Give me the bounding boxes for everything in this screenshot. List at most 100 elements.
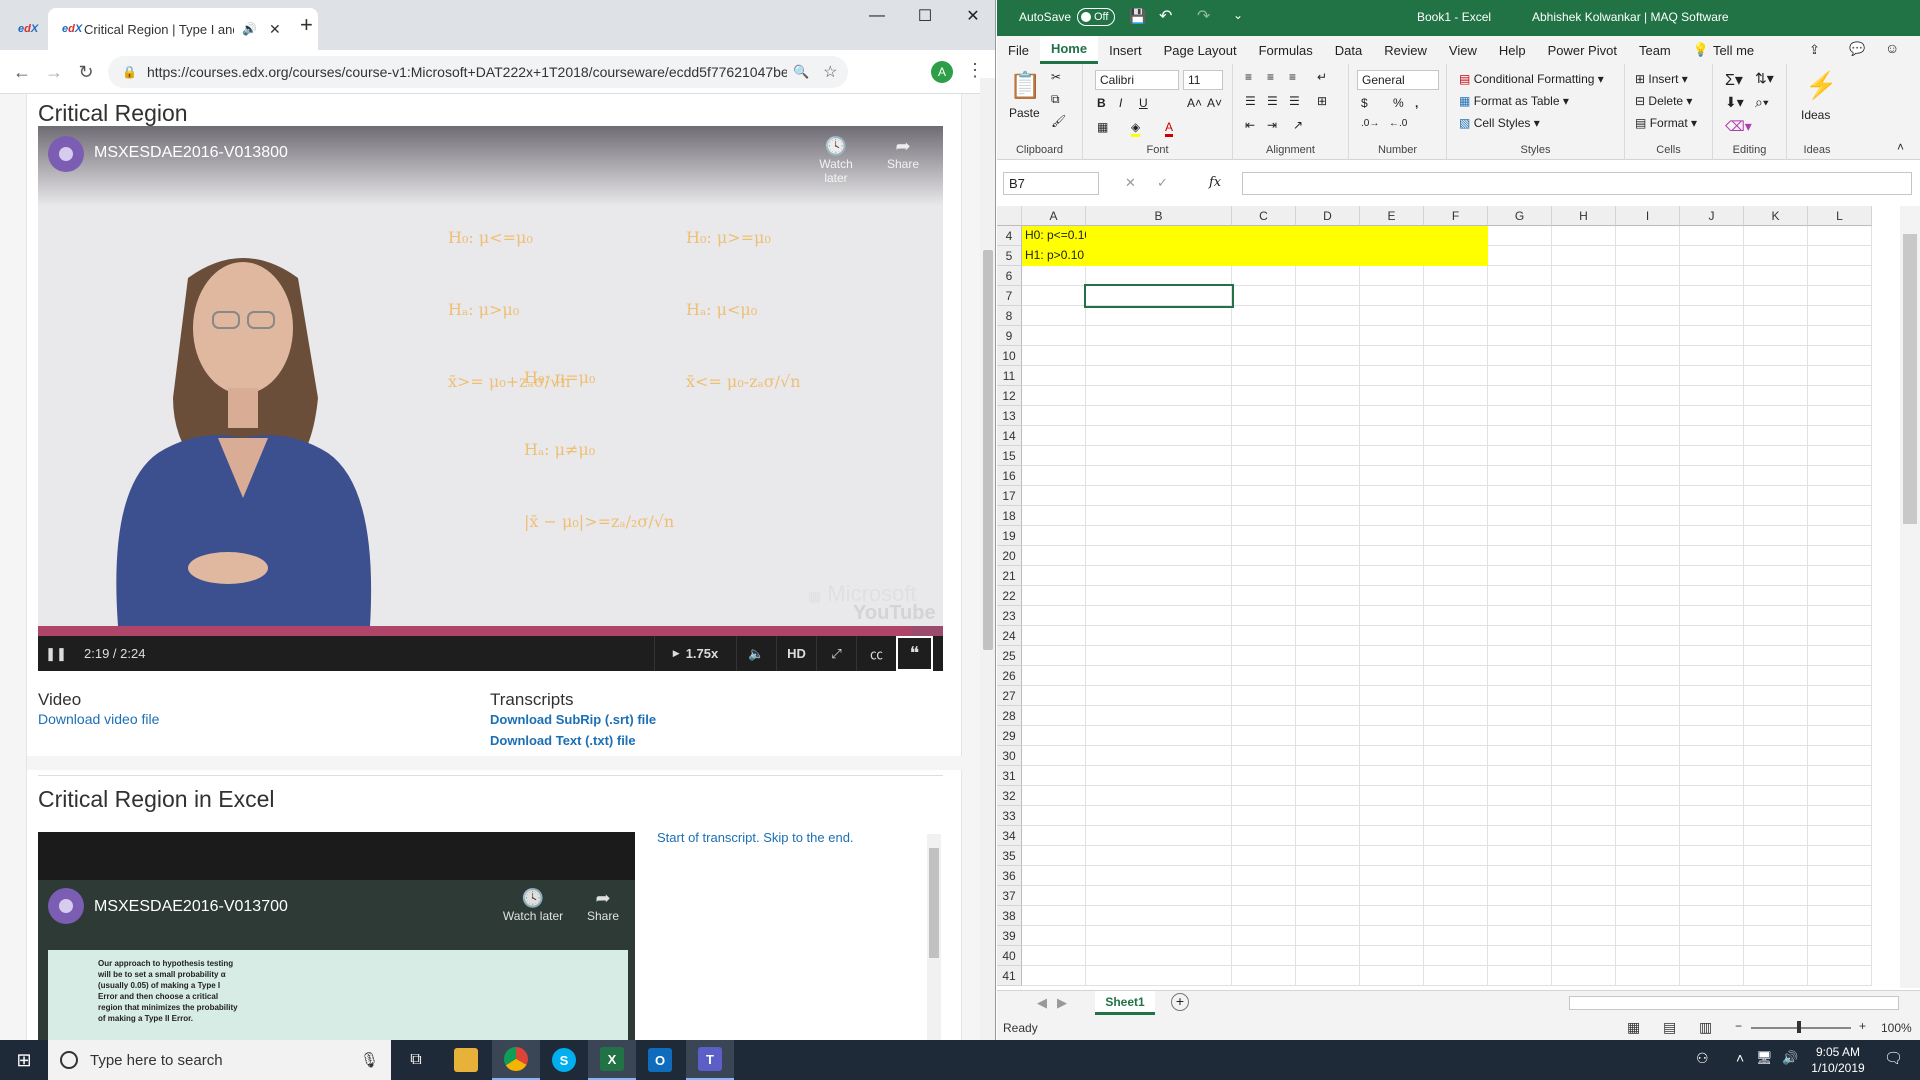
- enter-check-icon[interactable]: ✓: [1157, 175, 1168, 191]
- cell-L34[interactable]: [1808, 826, 1872, 846]
- cell-F34[interactable]: [1424, 826, 1488, 846]
- cell-G14[interactable]: [1488, 426, 1552, 446]
- microphone-icon[interactable]: 🎙: [360, 1051, 379, 1069]
- youtube-logo[interactable]: YouTube: [853, 602, 936, 625]
- row-header[interactable]: 17: [997, 486, 1022, 506]
- cell-I38[interactable]: [1616, 906, 1680, 926]
- cell-K6[interactable]: [1744, 266, 1808, 286]
- cell-F33[interactable]: [1424, 806, 1488, 826]
- tab-insert[interactable]: Insert: [1098, 36, 1153, 64]
- cell-D27[interactable]: [1296, 686, 1360, 706]
- pause-icon[interactable]: ❚❚: [38, 636, 74, 671]
- channel-avatar[interactable]: [48, 888, 84, 924]
- cell-G39[interactable]: [1488, 926, 1552, 946]
- cell-D4[interactable]: [1296, 226, 1360, 246]
- cell-E22[interactable]: [1360, 586, 1424, 606]
- cell-L26[interactable]: [1808, 666, 1872, 686]
- cell-C6[interactable]: [1232, 266, 1296, 286]
- row-header[interactable]: 38: [997, 906, 1022, 926]
- cell-B9[interactable]: [1086, 326, 1232, 346]
- outlook-taskbar-icon[interactable]: O: [636, 1040, 684, 1080]
- middle-align-icon[interactable]: ≡: [1267, 70, 1274, 84]
- cell-G25[interactable]: [1488, 646, 1552, 666]
- cell-B4[interactable]: [1086, 226, 1232, 246]
- cell-B12[interactable]: [1086, 386, 1232, 406]
- delete-cells-button[interactable]: ⊟ Delete ▾: [1635, 94, 1692, 108]
- people-icon[interactable]: ⚇: [1696, 1050, 1709, 1067]
- cell-H26[interactable]: [1552, 666, 1616, 686]
- cell-A9[interactable]: [1022, 326, 1086, 346]
- cell-K10[interactable]: [1744, 346, 1808, 366]
- cell-K16[interactable]: [1744, 466, 1808, 486]
- tab-review[interactable]: Review: [1373, 36, 1438, 64]
- insert-function-icon[interactable]: fx: [1209, 175, 1221, 190]
- cell-I37[interactable]: [1616, 886, 1680, 906]
- tab-critical-region[interactable]: edX Critical Region | Type I and T 🔊 ✕: [48, 8, 318, 50]
- cell-B16[interactable]: [1086, 466, 1232, 486]
- transcript-scrollbar[interactable]: [927, 834, 941, 1040]
- cell-G12[interactable]: [1488, 386, 1552, 406]
- cell-I5[interactable]: [1616, 246, 1680, 266]
- cell-F32[interactable]: [1424, 786, 1488, 806]
- cell-D16[interactable]: [1296, 466, 1360, 486]
- cell-L39[interactable]: [1808, 926, 1872, 946]
- cell-E8[interactable]: [1360, 306, 1424, 326]
- cell-G9[interactable]: [1488, 326, 1552, 346]
- cell-I22[interactable]: [1616, 586, 1680, 606]
- tab-edx-pinned[interactable]: edX: [4, 8, 46, 50]
- excel-taskbar-icon[interactable]: X: [588, 1040, 636, 1080]
- cell-D17[interactable]: [1296, 486, 1360, 506]
- row-header[interactable]: 11: [997, 366, 1022, 386]
- cell-I17[interactable]: [1616, 486, 1680, 506]
- cell-F10[interactable]: [1424, 346, 1488, 366]
- cell-G20[interactable]: [1488, 546, 1552, 566]
- watch-later-button[interactable]: 🕓 Watch later: [806, 136, 866, 185]
- cell-K18[interactable]: [1744, 506, 1808, 526]
- video2-title[interactable]: MSXESDAE2016-V013700: [94, 898, 288, 916]
- cell-D41[interactable]: [1296, 966, 1360, 986]
- share-button[interactable]: ➦ Share: [878, 136, 928, 171]
- cell-H18[interactable]: [1552, 506, 1616, 526]
- cell-D12[interactable]: [1296, 386, 1360, 406]
- fullscreen-icon[interactable]: ⤢: [816, 636, 856, 671]
- cell-D24[interactable]: [1296, 626, 1360, 646]
- copy-icon[interactable]: ⧉: [1051, 92, 1060, 107]
- cell-F12[interactable]: [1424, 386, 1488, 406]
- cell-A24[interactable]: [1022, 626, 1086, 646]
- cell-D33[interactable]: [1296, 806, 1360, 826]
- autosum-icon[interactable]: Σ▾: [1725, 70, 1743, 90]
- column-header[interactable]: K: [1744, 206, 1808, 226]
- transcript-scroll-thumb[interactable]: [929, 848, 939, 958]
- bookmark-star-icon[interactable]: ☆: [823, 62, 837, 82]
- cell-L13[interactable]: [1808, 406, 1872, 426]
- cell-L31[interactable]: [1808, 766, 1872, 786]
- cell-C15[interactable]: [1232, 446, 1296, 466]
- cell-B27[interactable]: [1086, 686, 1232, 706]
- cell-E5[interactable]: [1360, 246, 1424, 266]
- cell-K31[interactable]: [1744, 766, 1808, 786]
- cell-F30[interactable]: [1424, 746, 1488, 766]
- cell-K12[interactable]: [1744, 386, 1808, 406]
- cell-H15[interactable]: [1552, 446, 1616, 466]
- cell-A11[interactable]: [1022, 366, 1086, 386]
- row-header[interactable]: 33: [997, 806, 1022, 826]
- cell-E6[interactable]: [1360, 266, 1424, 286]
- cell-K37[interactable]: [1744, 886, 1808, 906]
- cell-B31[interactable]: [1086, 766, 1232, 786]
- cell-K39[interactable]: [1744, 926, 1808, 946]
- cell-J13[interactable]: [1680, 406, 1744, 426]
- cell-C9[interactable]: [1232, 326, 1296, 346]
- cell-G10[interactable]: [1488, 346, 1552, 366]
- cell-H37[interactable]: [1552, 886, 1616, 906]
- cell-D15[interactable]: [1296, 446, 1360, 466]
- cell-H25[interactable]: [1552, 646, 1616, 666]
- cell-L10[interactable]: [1808, 346, 1872, 366]
- cell-A33[interactable]: [1022, 806, 1086, 826]
- cell-L5[interactable]: [1808, 246, 1872, 266]
- cell-F35[interactable]: [1424, 846, 1488, 866]
- row-header[interactable]: 13: [997, 406, 1022, 426]
- paste-clipboard-icon[interactable]: 📋: [1009, 70, 1041, 101]
- cell-L28[interactable]: [1808, 706, 1872, 726]
- cell-A23[interactable]: [1022, 606, 1086, 626]
- cell-C4[interactable]: [1232, 226, 1296, 246]
